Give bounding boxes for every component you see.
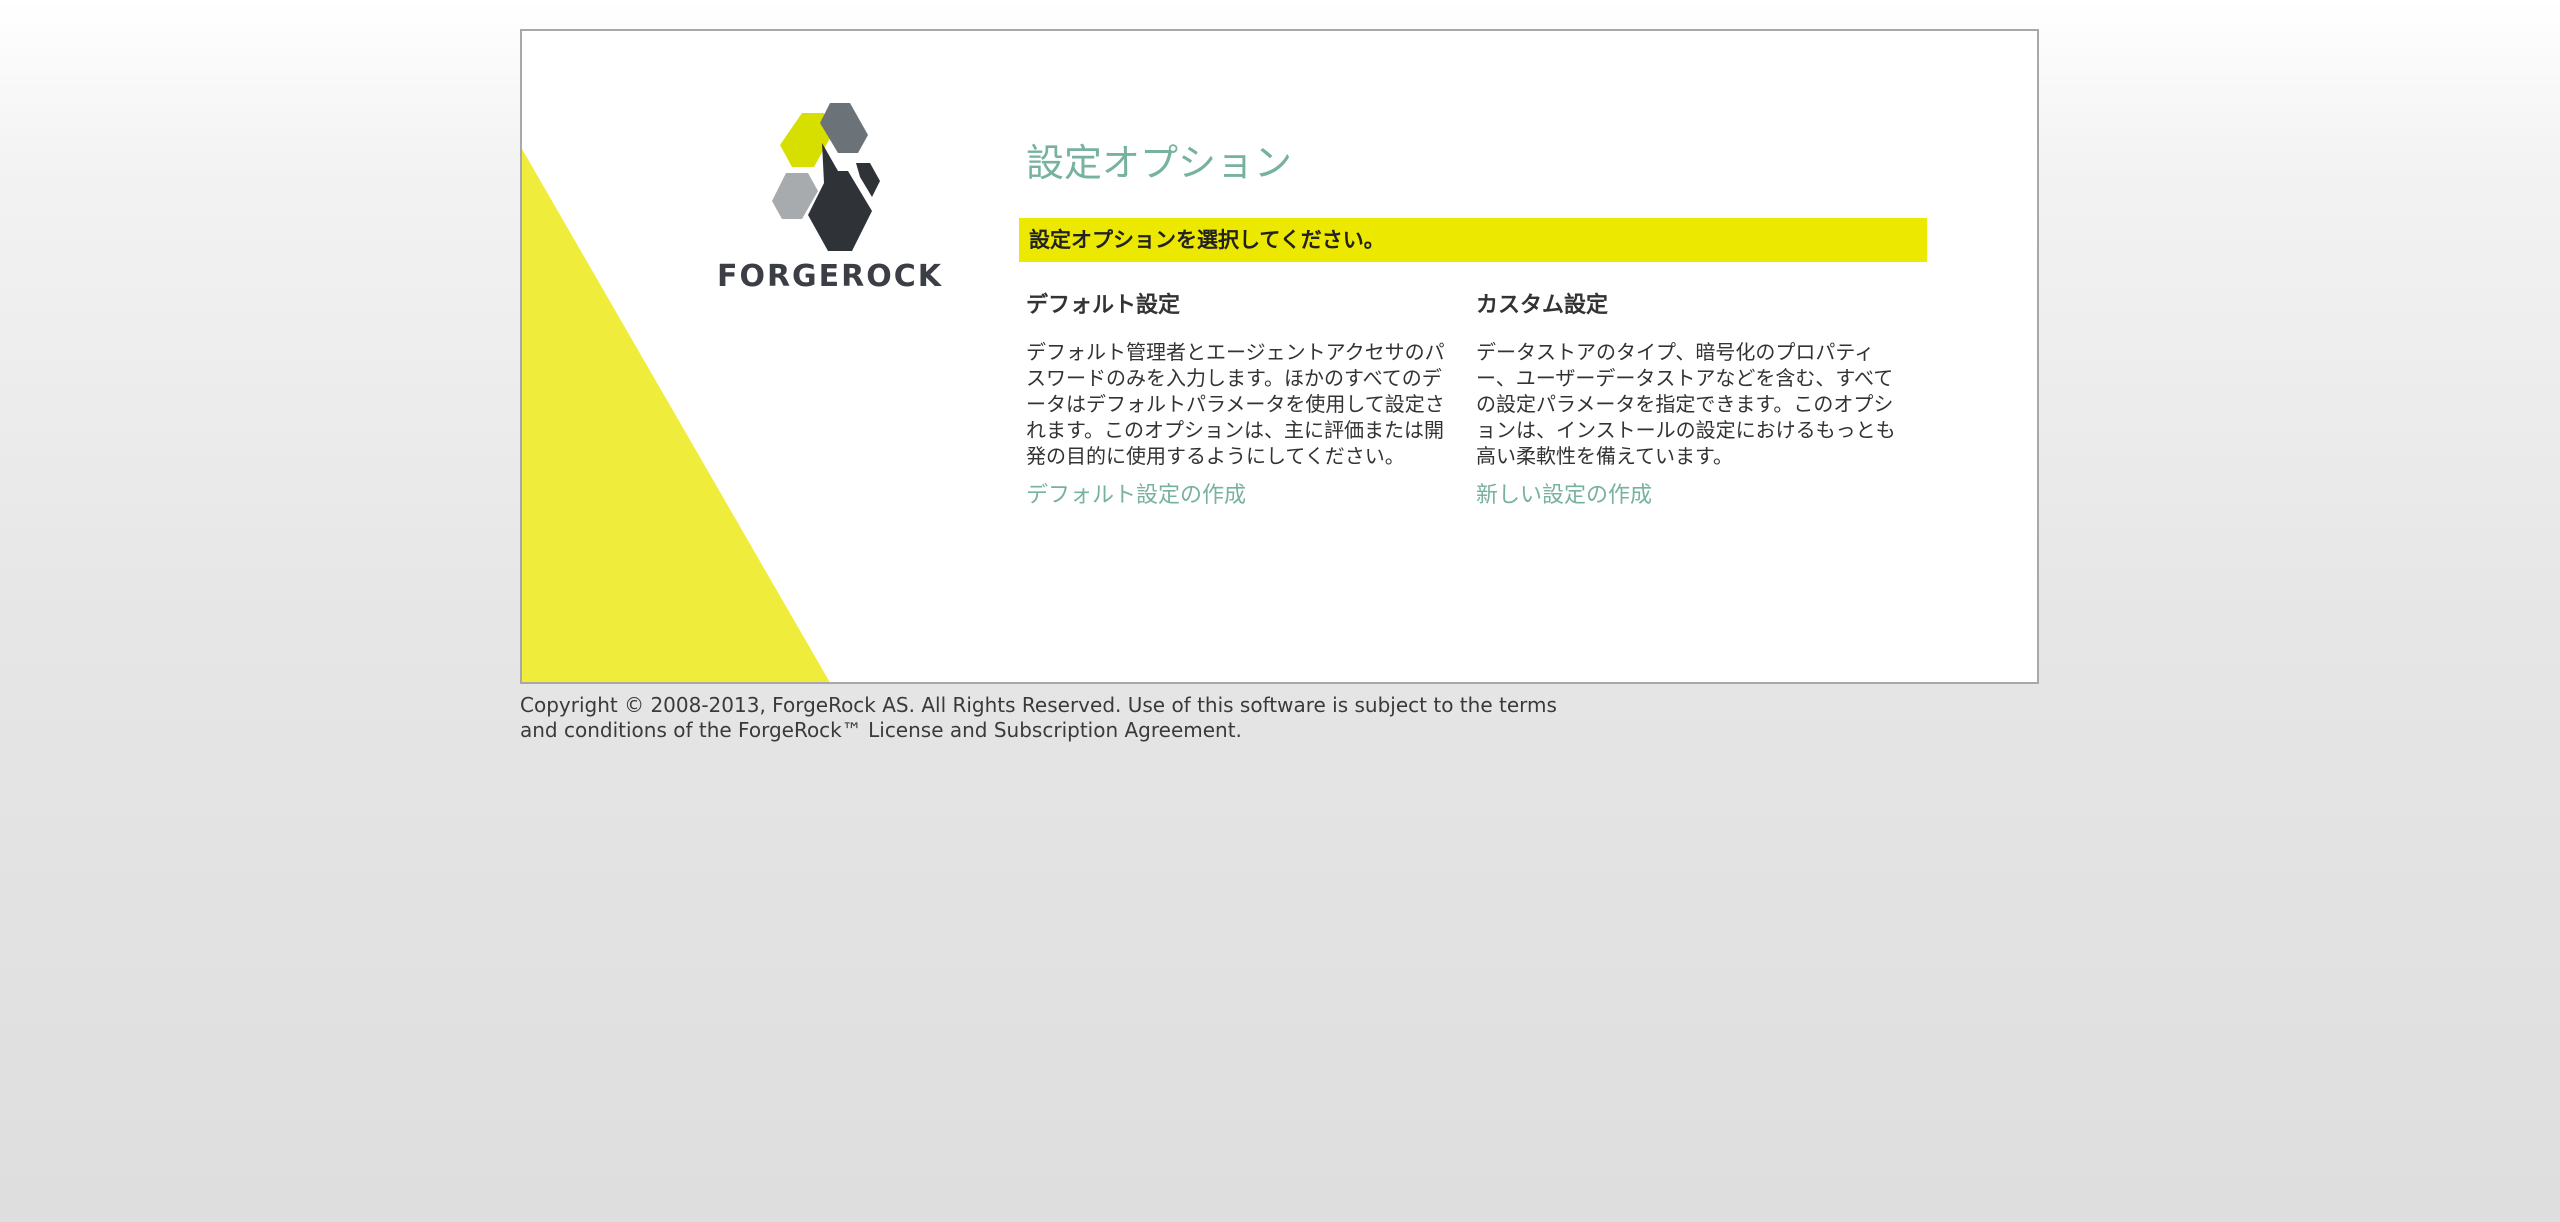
forgerock-logo-text: FORGEROCK	[716, 259, 944, 294]
default-configuration-option: デフォルト設定 デフォルト管理者とエージェントアクセサのパスワードのみを入力しま…	[1026, 291, 1451, 510]
create-new-configuration-link[interactable]: 新しい設定の作成	[1476, 482, 1901, 510]
copyright-line-1: Copyright © 2008-2013, ForgeRock AS. All…	[520, 693, 1557, 717]
copyright-footer: Copyright © 2008-2013, ForgeRock AS. All…	[520, 693, 1620, 743]
content-area: 設定オプション 設定オプションを選択してください。 デフォルト設定 デフォルト管…	[1019, 31, 1959, 682]
forgerock-logo-mark-icon	[772, 103, 880, 251]
custom-configuration-heading: カスタム設定	[1476, 293, 1609, 318]
create-default-configuration-link[interactable]: デフォルト設定の作成	[1026, 482, 1451, 510]
custom-configuration-description: データストアのタイプ、暗号化のプロパティー、ユーザーデータストアなどを含む、すべ…	[1476, 340, 1896, 468]
default-configuration-heading: デフォルト設定	[1026, 293, 1181, 318]
page-title: 設定オプション	[1026, 141, 1293, 185]
copyright-line-2: and conditions of the ForgeRock™ License…	[520, 718, 1242, 742]
forgerock-logo: FORGEROCK	[710, 103, 950, 294]
configuration-options-panel: FORGEROCK 設定オプション 設定オプションを選択してください。 デフォル…	[520, 29, 2039, 684]
default-configuration-description: デフォルト管理者とエージェントアクセサのパスワードのみを入力します。ほかのすべて…	[1026, 340, 1445, 468]
custom-configuration-option: カスタム設定 データストアのタイプ、暗号化のプロパティー、ユーザーデータストアな…	[1476, 291, 1901, 510]
instruction-banner: 設定オプションを選択してください。	[1019, 218, 1927, 262]
